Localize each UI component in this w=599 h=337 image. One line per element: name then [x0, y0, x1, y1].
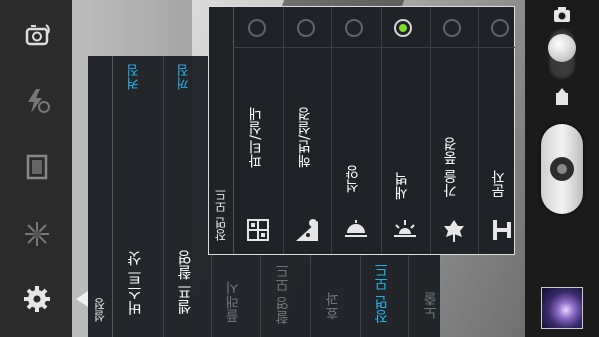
shutter-camera-icon — [550, 157, 574, 181]
sunset-icon — [343, 217, 369, 243]
menu-item-label: 셀프 촬영 — [176, 250, 194, 315]
shooting-mode-icon[interactable] — [22, 152, 52, 182]
switch-camera-icon[interactable] — [22, 21, 52, 51]
scene-radio[interactable] — [345, 19, 363, 37]
divider — [381, 7, 382, 254]
scene-option-label: 문자 — [491, 170, 507, 198]
mode-switch-knob[interactable] — [548, 34, 576, 62]
menu-item-value: 꺼짐 — [177, 64, 192, 90]
scene-option-label: 가을 풍경 — [443, 137, 459, 198]
text-icon — [489, 217, 515, 243]
menu-item-value: 켜짐 — [127, 64, 142, 90]
autumn-icon — [441, 217, 467, 243]
settings-icon[interactable] — [22, 284, 52, 314]
flash-off-icon[interactable] — [22, 86, 52, 116]
camcorder-mode-icon[interactable] — [554, 87, 570, 105]
menu-item-label: 효과 — [325, 292, 341, 320]
menu-item-label: 촬영 모드 — [275, 264, 291, 325]
scene-radio-selected[interactable] — [394, 19, 412, 37]
scene-radio[interactable] — [297, 19, 315, 37]
divider — [163, 56, 164, 337]
scene-option-label: 파티/실내 — [248, 107, 264, 168]
party-icon — [245, 217, 271, 243]
mode-switch[interactable] — [548, 28, 576, 80]
beach-icon — [294, 217, 320, 243]
divider — [233, 7, 234, 254]
divider — [233, 47, 515, 48]
settings-title: 설정 — [93, 298, 107, 322]
divider — [112, 56, 113, 337]
scene-option-label: 석양 — [345, 165, 361, 193]
shutter-button[interactable] — [541, 124, 583, 214]
menu-pointer — [76, 291, 88, 307]
menu-item-label: 버스트 샷 — [126, 251, 144, 316]
divider — [430, 7, 431, 254]
scene-radio[interactable] — [491, 19, 509, 37]
divider — [283, 7, 284, 254]
scene-radio[interactable] — [248, 19, 266, 37]
gallery-thumbnail[interactable] — [541, 287, 583, 329]
scene-option-label: 해변/설경 — [297, 107, 313, 168]
menu-item-label: 장면 모드 — [374, 263, 390, 324]
menu-item-label: 노출 — [423, 292, 439, 320]
scene-option-label: 새벽 — [394, 172, 410, 200]
scene-menu-title: 장면 모드 — [214, 189, 228, 241]
dawn-icon — [392, 217, 418, 243]
divider — [478, 7, 479, 254]
divider — [331, 7, 332, 254]
camera-mode-icon[interactable] — [553, 7, 571, 23]
scene-mode-menu: 장면 모드 파티/실내 해변/설경 석양 새벽 가을 풍경 문자 — [208, 6, 515, 255]
left-toolbar — [0, 0, 72, 337]
exposure-icon[interactable] — [22, 219, 52, 249]
menu-item-label: 플래시 — [225, 281, 241, 323]
scene-radio[interactable] — [443, 19, 461, 37]
